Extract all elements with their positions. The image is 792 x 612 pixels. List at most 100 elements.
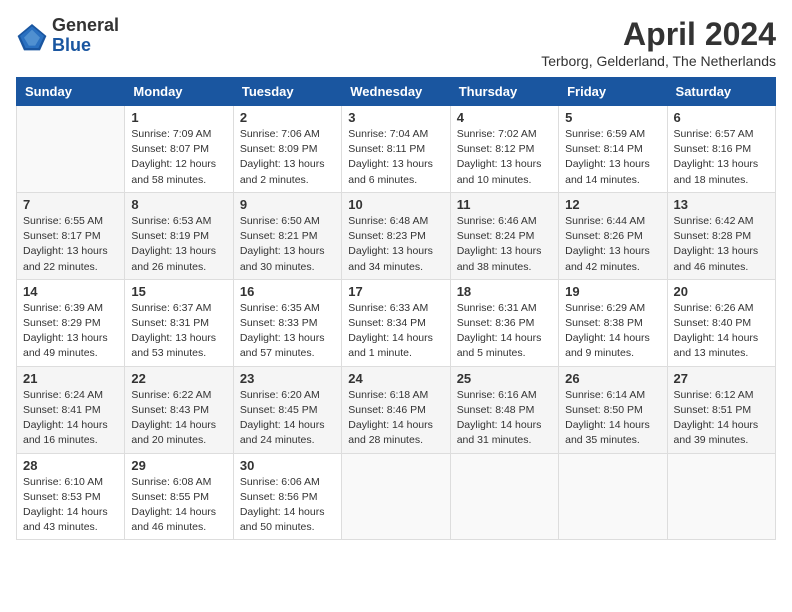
day-info: Sunrise: 6:55 AMSunset: 8:17 PMDaylight:… xyxy=(23,214,118,275)
day-number: 3 xyxy=(348,110,443,125)
calendar-day-cell: 1Sunrise: 7:09 AMSunset: 8:07 PMDaylight… xyxy=(125,106,233,193)
calendar-day-cell: 12Sunrise: 6:44 AMSunset: 8:26 PMDayligh… xyxy=(559,192,667,279)
day-info: Sunrise: 6:57 AMSunset: 8:16 PMDaylight:… xyxy=(674,127,769,188)
sunset: Sunset: 8:43 PM xyxy=(131,404,209,416)
sunrise: Sunrise: 6:06 AM xyxy=(240,476,320,488)
day-info: Sunrise: 6:14 AMSunset: 8:50 PMDaylight:… xyxy=(565,388,660,449)
day-number: 14 xyxy=(23,284,118,299)
daylight: Daylight: 14 hours and 9 minutes. xyxy=(565,332,650,359)
day-info: Sunrise: 6:39 AMSunset: 8:29 PMDaylight:… xyxy=(23,301,118,362)
sunset: Sunset: 8:34 PM xyxy=(348,317,426,329)
day-number: 5 xyxy=(565,110,660,125)
sunrise: Sunrise: 6:18 AM xyxy=(348,389,428,401)
weekday-header: Wednesday xyxy=(342,78,450,106)
day-number: 15 xyxy=(131,284,226,299)
day-number: 12 xyxy=(565,197,660,212)
calendar-header-row: SundayMondayTuesdayWednesdayThursdayFrid… xyxy=(17,78,776,106)
weekday-header: Saturday xyxy=(667,78,775,106)
day-info: Sunrise: 6:46 AMSunset: 8:24 PMDaylight:… xyxy=(457,214,552,275)
daylight: Daylight: 13 hours and 46 minutes. xyxy=(674,245,759,272)
daylight: Daylight: 13 hours and 6 minutes. xyxy=(348,158,433,185)
calendar-day-cell: 28Sunrise: 6:10 AMSunset: 8:53 PMDayligh… xyxy=(17,453,125,540)
sunrise: Sunrise: 7:09 AM xyxy=(131,128,211,140)
daylight: Daylight: 14 hours and 35 minutes. xyxy=(565,419,650,446)
sunrise: Sunrise: 6:42 AM xyxy=(674,215,754,227)
calendar-day-cell xyxy=(342,453,450,540)
title-block: April 2024 Terborg, Gelderland, The Neth… xyxy=(541,16,776,69)
daylight: Daylight: 13 hours and 26 minutes. xyxy=(131,245,216,272)
sunset: Sunset: 8:12 PM xyxy=(457,143,535,155)
calendar-day-cell: 23 Sunrise: 6:20 AMSunset: 8:45 PMDayligh… xyxy=(233,366,341,453)
daylight: Daylight: 14 hours and 46 minutes. xyxy=(131,506,216,533)
calendar-week-row: 14 Sunrise: 6:39 AMSunset: 8:29 PMDayligh… xyxy=(17,279,776,366)
calendar-day-cell: 4Sunrise: 7:02 AMSunset: 8:12 PMDaylight… xyxy=(450,106,558,193)
daylight: Daylight: 13 hours and 18 minutes. xyxy=(674,158,759,185)
sunrise: Sunrise: 7:02 AM xyxy=(457,128,537,140)
calendar-day-cell: 21Sunrise: 6:24 AMSunset: 8:41 PMDayligh… xyxy=(17,366,125,453)
weekday-header: Monday xyxy=(125,78,233,106)
calendar-day-cell: 5Sunrise: 6:59 AMSunset: 8:14 PMDaylight… xyxy=(559,106,667,193)
sunset: Sunset: 8:41 PM xyxy=(23,404,101,416)
sunrise: Sunrise: 7:04 AM xyxy=(348,128,428,140)
sunset: Sunset: 8:33 PM xyxy=(240,317,318,329)
day-number: 10 xyxy=(348,197,443,212)
sunrise: Sunrise: 7:06 AM xyxy=(240,128,320,140)
day-number: 23 xyxy=(240,371,335,386)
day-info: Sunrise: 6:48 AMSunset: 8:23 PMDaylight:… xyxy=(348,214,443,275)
day-info: Sunrise: 6:20 AMSunset: 8:45 PMDaylight:… xyxy=(240,388,335,449)
daylight: Daylight: 14 hours and 20 minutes. xyxy=(131,419,216,446)
daylight: Daylight: 13 hours and 38 minutes. xyxy=(457,245,542,272)
calendar-day-cell: 22Sunrise: 6:22 AMSunset: 8:43 PMDayligh… xyxy=(125,366,233,453)
sunrise: Sunrise: 6:44 AM xyxy=(565,215,645,227)
calendar-day-cell: 6Sunrise: 6:57 AMSunset: 8:16 PMDaylight… xyxy=(667,106,775,193)
sunrise: Sunrise: 6:46 AM xyxy=(457,215,537,227)
sunrise: Sunrise: 6:57 AM xyxy=(674,128,754,140)
calendar-week-row: 28Sunrise: 6:10 AMSunset: 8:53 PMDayligh… xyxy=(17,453,776,540)
daylight: Daylight: 14 hours and 5 minutes. xyxy=(457,332,542,359)
calendar-day-cell: 17 Sunrise: 6:33 AM Sunset: 8:34 PM Dayligh… xyxy=(342,279,450,366)
day-info: Sunrise: 6:24 AMSunset: 8:41 PMDaylight:… xyxy=(23,388,118,449)
day-number: 17 xyxy=(348,284,443,299)
page-header: General Blue April 2024 Terborg, Gelderl… xyxy=(16,16,776,69)
daylight: Daylight: 13 hours and 42 minutes. xyxy=(565,245,650,272)
daylight: Daylight: 13 hours and 14 minutes. xyxy=(565,158,650,185)
daylight: Daylight: 13 hours and 22 minutes. xyxy=(23,245,108,272)
calendar-day-cell: 27Sunrise: 6:12 AMSunset: 8:51 PMDayligh… xyxy=(667,366,775,453)
calendar-day-cell: 19Sunrise: 6:29 AMSunset: 8:38 PMDayligh… xyxy=(559,279,667,366)
day-info: Sunrise: 6:35 AMSunset: 8:33 PMDaylight:… xyxy=(240,301,335,362)
sunset: Sunset: 8:14 PM xyxy=(565,143,643,155)
sunset: Sunset: 8:38 PM xyxy=(565,317,643,329)
daylight: Daylight: 14 hours and 1 minute. xyxy=(348,332,433,359)
weekday-header: Sunday xyxy=(17,78,125,106)
calendar-day-cell: 25Sunrise: 6:16 AMSunset: 8:48 PMDayligh… xyxy=(450,366,558,453)
sunset: Sunset: 8:31 PM xyxy=(131,317,209,329)
sunset: Sunset: 8:07 PM xyxy=(131,143,209,155)
calendar-week-row: 1 Sunrise: 7:09 AM Sunset: 8:07 PM Daylight… xyxy=(17,106,776,193)
sunset: Sunset: 8:48 PM xyxy=(457,404,535,416)
location: Terborg, Gelderland, The Netherlands xyxy=(541,53,776,69)
day-number: 19 xyxy=(565,284,660,299)
day-info: Sunrise: 6:42 AMSunset: 8:28 PMDaylight:… xyxy=(674,214,769,275)
calendar-day-cell: 2Sunrise: 7:06 AMSunset: 8:09 PMDaylight… xyxy=(233,106,341,193)
month-year: April 2024 xyxy=(541,16,776,53)
sunset: Sunset: 8:51 PM xyxy=(674,404,752,416)
calendar-table: SundayMondayTuesdayWednesdayThursdayFrid… xyxy=(16,77,776,540)
calendar-day-cell: 24Sunrise: 6:18 AMSunset: 8:46 PMDayligh… xyxy=(342,366,450,453)
day-number: 1 xyxy=(131,110,226,125)
calendar-day-cell: 7Sunrise: 6:55 AMSunset: 8:17 PMDaylight… xyxy=(17,192,125,279)
sunrise: Sunrise: 6:33 AM xyxy=(348,302,428,314)
day-number: 22 xyxy=(131,371,226,386)
sunrise: Sunrise: 6:14 AM xyxy=(565,389,645,401)
day-info: Sunrise: 6:37 AMSunset: 8:31 PMDaylight:… xyxy=(131,301,226,362)
sunset: Sunset: 8:19 PM xyxy=(131,230,209,242)
day-info: Sunrise: 6:53 AMSunset: 8:19 PMDaylight:… xyxy=(131,214,226,275)
daylight: Daylight: 13 hours and 2 minutes. xyxy=(240,158,325,185)
logo-general-text: General xyxy=(52,16,119,36)
sunrise: Sunrise: 6:37 AM xyxy=(131,302,211,314)
daylight: Daylight: 13 hours and 10 minutes. xyxy=(457,158,542,185)
day-number: 11 xyxy=(457,197,552,212)
day-number: 16 xyxy=(240,284,335,299)
calendar-day-cell: 3Sunrise: 7:04 AMSunset: 8:11 PMDaylight… xyxy=(342,106,450,193)
sunset: Sunset: 8:46 PM xyxy=(348,404,426,416)
sunrise: Sunrise: 6:12 AM xyxy=(674,389,754,401)
